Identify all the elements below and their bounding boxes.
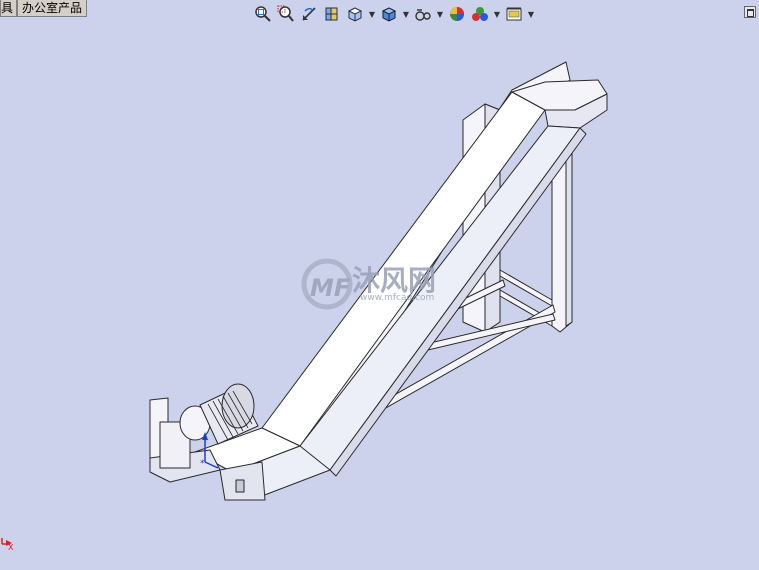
svg-text:*: * bbox=[200, 459, 205, 469]
watermark: MF 沐风网 www.mfcad.com bbox=[301, 258, 436, 310]
front-leg-side bbox=[565, 145, 573, 327]
watermark-url: www.mfcad.com bbox=[360, 293, 434, 303]
triad-x-label: X bbox=[8, 543, 14, 552]
model-viewport[interactable]: * MF 沐风网 www.mfcad.com bbox=[0, 0, 759, 570]
watermark-logo-icon: MF bbox=[301, 258, 353, 310]
reference-triad-icon: X bbox=[1, 538, 14, 552]
tail-bearing bbox=[235, 479, 245, 493]
motor-fan-cover bbox=[221, 383, 255, 429]
svg-text:MF: MF bbox=[310, 274, 351, 302]
